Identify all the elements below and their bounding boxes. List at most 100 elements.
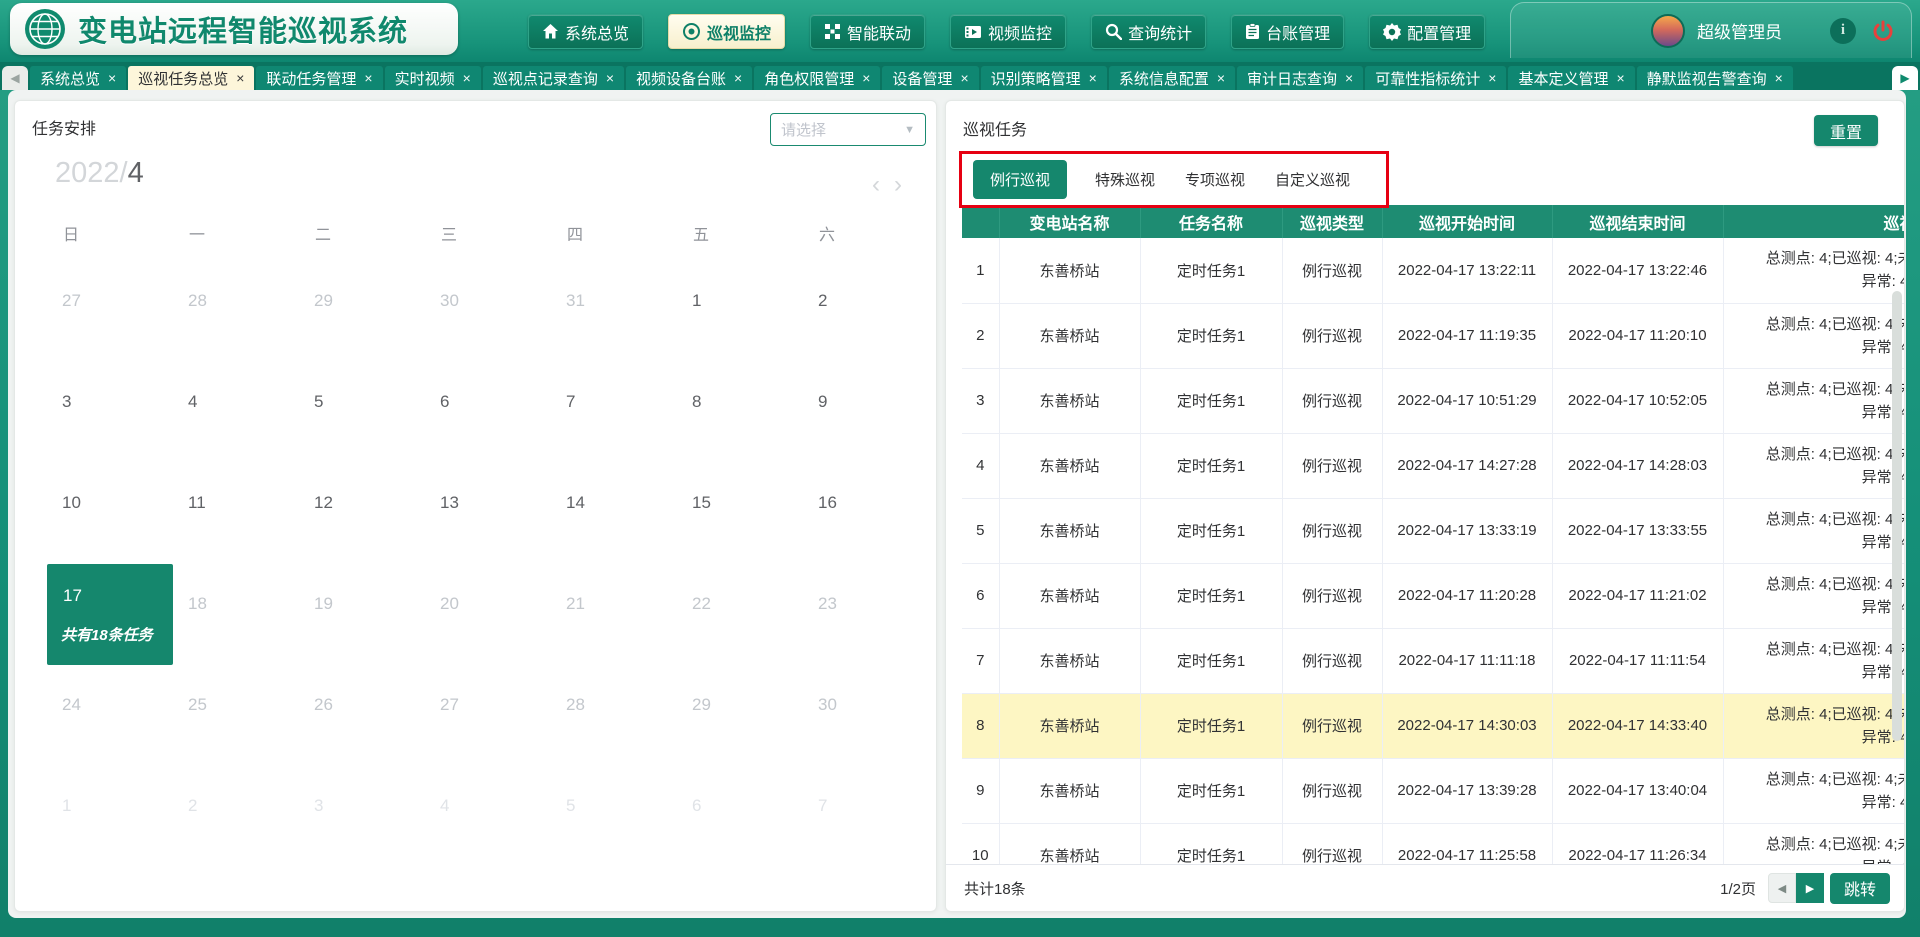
power-icon[interactable] (1870, 18, 1896, 44)
close-icon[interactable]: × (1345, 71, 1353, 85)
type-tab-routine[interactable]: 例行巡视 (973, 160, 1067, 199)
tab-scroll-left-icon[interactable]: ◀ (2, 66, 28, 90)
calendar-day[interactable]: 8 (677, 362, 803, 463)
calendar-day[interactable]: 4 (425, 766, 551, 867)
table-row[interactable]: 3东善桥站定时任务1例行巡视2022-04-17 10:51:292022-04… (962, 368, 1905, 433)
close-icon[interactable]: × (108, 71, 116, 85)
type-tab-dedicated[interactable]: 专项巡视 (1183, 160, 1247, 199)
close-icon[interactable]: × (364, 71, 372, 85)
calendar-day[interactable]: 12 (299, 463, 425, 564)
calendar-day[interactable]: 13 (425, 463, 551, 564)
calendar-day[interactable]: 28 (173, 261, 299, 362)
calendar-day[interactable]: 24 (47, 665, 173, 766)
nav-smart-linkage[interactable]: 智能联动 (810, 14, 925, 49)
tab-device-management[interactable]: 设备管理× (882, 66, 978, 90)
table-row[interactable]: 7东善桥站定时任务1例行巡视2022-04-17 11:11:182022-04… (962, 628, 1905, 693)
close-icon[interactable]: × (960, 71, 968, 85)
calendar-day[interactable]: 21 (551, 564, 677, 665)
calendar-day[interactable]: 1 (677, 261, 803, 362)
calendar-day[interactable]: 31 (551, 261, 677, 362)
calendar-day[interactable]: 2 (803, 261, 929, 362)
calendar-day[interactable]: 28 (551, 665, 677, 766)
close-icon[interactable]: × (236, 71, 244, 85)
table-row[interactable]: 4东善桥站定时任务1例行巡视2022-04-17 14:27:282022-04… (962, 433, 1905, 498)
table-row-highlighted[interactable]: 8东善桥站定时任务1例行巡视2022-04-17 14:30:032022-04… (962, 693, 1905, 758)
calendar-day[interactable]: 18 (173, 564, 299, 665)
calendar-day[interactable]: 20 (425, 564, 551, 665)
calendar-day[interactable]: 9 (803, 362, 929, 463)
calendar-day[interactable]: 3 (299, 766, 425, 867)
calendar-day[interactable]: 25 (173, 665, 299, 766)
tab-system-overview[interactable]: 系统总览× (30, 66, 126, 90)
page-next-icon[interactable]: ▶ (1796, 873, 1824, 903)
calendar-day[interactable]: 22 (677, 564, 803, 665)
calendar-next-icon[interactable]: › (894, 171, 902, 199)
calendar-day[interactable]: 10 (47, 463, 173, 564)
close-icon[interactable]: × (862, 71, 870, 85)
table-row[interactable]: 9东善桥站定时任务1例行巡视2022-04-17 13:39:282022-04… (962, 758, 1905, 823)
calendar-day[interactable]: 19 (299, 564, 425, 665)
calendar-day[interactable]: 6 (677, 766, 803, 867)
info-icon[interactable]: i (1830, 18, 1856, 44)
calendar-day[interactable]: 26 (299, 665, 425, 766)
close-icon[interactable]: × (1616, 71, 1624, 85)
table-row[interactable]: 2东善桥站定时任务1例行巡视2022-04-17 11:19:352022-04… (962, 303, 1905, 368)
page-prev-icon[interactable]: ◀ (1768, 873, 1796, 903)
tab-linkage-task[interactable]: 联动任务管理× (256, 66, 382, 90)
calendar-day[interactable]: 30 (803, 665, 929, 766)
calendar-day[interactable]: 5 (551, 766, 677, 867)
calendar-day[interactable]: 2 (173, 766, 299, 867)
close-icon[interactable]: × (734, 71, 742, 85)
calendar-day[interactable]: 1 (47, 766, 173, 867)
calendar-day[interactable]: 27 (47, 261, 173, 362)
nav-config-management[interactable]: 配置管理 (1369, 14, 1485, 49)
close-icon[interactable]: × (463, 71, 471, 85)
table-scrollbar[interactable] (1892, 291, 1902, 741)
calendar-day[interactable]: 23 (803, 564, 929, 665)
tab-inspection-task-overview[interactable]: 巡视任务总览× (128, 66, 254, 90)
nav-inspection-monitor[interactable]: 巡视监控 (668, 14, 785, 49)
close-icon[interactable]: × (1217, 71, 1225, 85)
type-tab-special[interactable]: 特殊巡视 (1093, 160, 1157, 199)
calendar-day[interactable]: 30 (425, 261, 551, 362)
table-row[interactable]: 5东善桥站定时任务1例行巡视2022-04-17 13:33:192022-04… (962, 498, 1905, 563)
tab-silent-monitor-alarm[interactable]: 静默监视告警查询× (1637, 66, 1793, 90)
calendar-day[interactable]: 5 (299, 362, 425, 463)
tab-role-permission[interactable]: 角色权限管理× (754, 66, 880, 90)
calendar-day[interactable]: 27 (425, 665, 551, 766)
schedule-select[interactable]: 请选择 ▼ (770, 113, 926, 146)
close-icon[interactable]: × (1089, 71, 1097, 85)
close-icon[interactable]: × (1488, 71, 1496, 85)
tab-system-info-config[interactable]: 系统信息配置× (1109, 66, 1235, 90)
tab-inspection-point-records[interactable]: 巡视点记录查询× (483, 66, 624, 90)
table-row[interactable]: 1东善桥站定时任务1例行巡视2022-04-17 13:22:112022-04… (962, 238, 1905, 303)
calendar-day[interactable]: 15 (677, 463, 803, 564)
tab-reliability-stats[interactable]: 可靠性指标统计× (1365, 66, 1506, 90)
tab-scroll-right-icon[interactable]: ▶ (1892, 66, 1918, 90)
nav-video-monitor[interactable]: 视频监控 (950, 14, 1066, 49)
calendar-day[interactable]: 16 (803, 463, 929, 564)
calendar-day[interactable]: 29 (299, 261, 425, 362)
table-row[interactable]: 6东善桥站定时任务1例行巡视2022-04-17 11:20:282022-04… (962, 563, 1905, 628)
calendar-day[interactable]: 4 (173, 362, 299, 463)
tab-realtime-video[interactable]: 实时视频× (385, 66, 481, 90)
calendar-day[interactable]: 14 (551, 463, 677, 564)
reset-button[interactable]: 重置 (1814, 115, 1878, 146)
jump-button[interactable]: 跳转 (1830, 873, 1890, 904)
close-icon[interactable]: × (1775, 71, 1783, 85)
tab-video-device-ledger[interactable]: 视频设备台账× (626, 66, 752, 90)
nav-system-overview[interactable]: 系统总览 (528, 14, 643, 49)
tab-basic-definition[interactable]: 基本定义管理× (1508, 66, 1634, 90)
calendar-day[interactable]: 6 (425, 362, 551, 463)
tab-recognition-strategy[interactable]: 识别策略管理× (981, 66, 1107, 90)
calendar-day[interactable]: 3 (47, 362, 173, 463)
close-icon[interactable]: × (606, 71, 614, 85)
nav-ledger-management[interactable]: 台账管理 (1231, 14, 1344, 49)
calendar-day[interactable]: 7 (551, 362, 677, 463)
avatar[interactable] (1651, 14, 1685, 48)
calendar-day[interactable]: 29 (677, 665, 803, 766)
calendar-prev-icon[interactable]: ‹ (872, 171, 880, 199)
type-tab-custom[interactable]: 自定义巡视 (1273, 160, 1352, 199)
table-row[interactable]: 10东善桥站定时任务1例行巡视2022-04-17 11:25:582022-0… (962, 823, 1905, 866)
tab-audit-log-query[interactable]: 审计日志查询× (1237, 66, 1363, 90)
